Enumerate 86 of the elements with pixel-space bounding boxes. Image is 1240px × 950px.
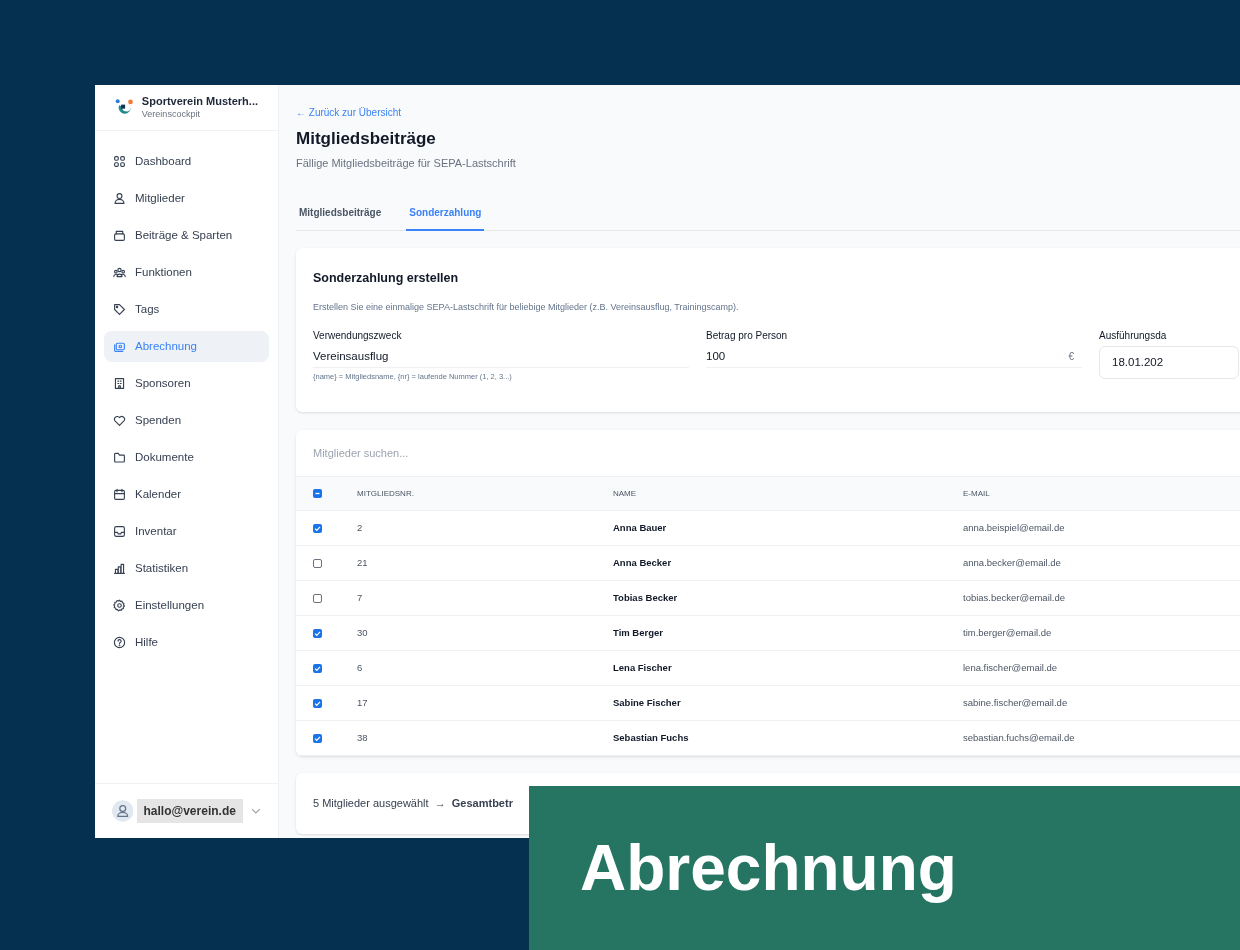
settings-icon bbox=[113, 599, 126, 612]
sidebar-item[interactable]: Mitglieder bbox=[104, 183, 269, 214]
checkbox[interactable] bbox=[313, 523, 322, 533]
user-avatar-icon bbox=[112, 800, 134, 822]
users-icon bbox=[113, 192, 126, 205]
purpose-field[interactable]: Vereinsausflug bbox=[313, 346, 689, 369]
checkbox[interactable] bbox=[313, 628, 322, 638]
table-cell-text: Lena Fischer bbox=[613, 660, 673, 675]
table-cell-text: anna.beispiel@email.de bbox=[963, 520, 1065, 535]
inbox-icon bbox=[113, 525, 126, 538]
page-subtitle: Fällige Mitgliedsbeiträge für SEPA-Lastschrift bbox=[296, 155, 516, 171]
table-cell-text: 17 bbox=[357, 695, 369, 710]
sidebar-item[interactable]: Dokumente bbox=[104, 442, 269, 473]
table-cell-text: Sabine Fischer bbox=[613, 695, 682, 710]
table-cell-text: tim.berger@email.de bbox=[963, 625, 1052, 640]
sidebar-item[interactable]: Inventar bbox=[104, 516, 269, 547]
checkbox[interactable] bbox=[313, 663, 322, 673]
checkbox[interactable] bbox=[313, 558, 322, 568]
sidebar-item[interactable]: Hilfe bbox=[104, 627, 269, 658]
table-cell-text: anna.becker@email.de bbox=[963, 555, 1061, 570]
banknote-icon bbox=[113, 340, 126, 353]
people-group-icon bbox=[113, 266, 126, 279]
sidebar-item[interactable]: Tags bbox=[104, 294, 269, 325]
table-cell-text: 2 bbox=[357, 520, 364, 535]
search-field[interactable]: Mitglieder suchen... bbox=[313, 444, 1213, 462]
tab[interactable]: Sonderzahlung bbox=[406, 196, 485, 231]
page-title: Mitgliedsbeiträge bbox=[296, 128, 436, 150]
sidebar-item[interactable]: Beiträge & Sparten bbox=[104, 220, 269, 251]
table-cell-text: Anna Bauer bbox=[613, 520, 668, 535]
checkbox[interactable] bbox=[313, 733, 322, 743]
sidebar-item[interactable]: Einstellungen bbox=[104, 590, 269, 621]
box-icon bbox=[113, 229, 126, 242]
minus-icon bbox=[314, 490, 321, 497]
table-cell-text: 7 bbox=[357, 590, 364, 605]
checkbox[interactable] bbox=[313, 698, 322, 708]
table-cell-text: Sebastian Fuchs bbox=[613, 730, 690, 745]
help-icon bbox=[113, 636, 126, 649]
check-icon bbox=[314, 629, 321, 637]
sidebar-item[interactable]: Kalender bbox=[104, 479, 269, 510]
table-cell-text: 21 bbox=[357, 555, 369, 570]
card-title: Sonderzahlung erstellen bbox=[313, 270, 460, 287]
table-cell-text: 38 bbox=[357, 730, 369, 745]
table-cell-text: Tobias Becker bbox=[613, 590, 679, 605]
building-icon bbox=[113, 377, 126, 390]
column-header: E-MAIL bbox=[963, 487, 990, 500]
date-field[interactable]: 18.01.202 bbox=[1099, 346, 1239, 380]
column-header: MITGLIEDSNR. bbox=[357, 487, 415, 500]
table-cell-text: 30 bbox=[357, 625, 369, 640]
card-description: Erstellen Sie eine einmalige SEPA-Lastschrift für beliebige Mitglieder (z.B. Vereinsausflug, Trainingscamp). bbox=[313, 300, 740, 314]
bar-chart-icon bbox=[113, 562, 126, 575]
user-email: hallo@verein.de bbox=[137, 799, 244, 823]
column-header: NAME bbox=[613, 487, 638, 500]
table-cell-text: tobias.becker@email.de bbox=[963, 590, 1066, 605]
sidebar-item[interactable]: Funktionen bbox=[104, 257, 269, 288]
tag-icon bbox=[113, 303, 126, 316]
club-name: Sportverein Musterh... bbox=[141, 95, 258, 109]
selection-summary: 5 Mitglieder ausgewählt → Gesamtbetr bbox=[313, 796, 513, 812]
check-icon bbox=[314, 664, 321, 672]
calendar-icon bbox=[113, 488, 126, 501]
table-cell-text: sebastian.fuchs@email.de bbox=[963, 730, 1075, 745]
currency-label: € bbox=[1068, 350, 1074, 365]
sidebar-item[interactable]: Dashboard bbox=[104, 146, 269, 177]
check-icon bbox=[314, 734, 321, 742]
folder-icon bbox=[113, 451, 126, 464]
app-subtitle: Vereinscockpit bbox=[141, 108, 201, 120]
table-cell-text: Anna Becker bbox=[613, 555, 673, 570]
sidebar-item[interactable]: Spenden bbox=[104, 405, 269, 436]
table-cell-text: sabine.fischer@email.de bbox=[963, 695, 1068, 710]
check-icon bbox=[314, 524, 321, 532]
field-label: Verwendungszweck bbox=[313, 329, 403, 344]
tab[interactable]: Mitgliedsbeiträge bbox=[296, 196, 385, 231]
chevron-down-icon[interactable] bbox=[251, 808, 261, 814]
table-cell-text: Tim Berger bbox=[613, 625, 664, 640]
grid-icon bbox=[113, 155, 126, 168]
sidebar-item[interactable]: Sponsoren bbox=[104, 368, 269, 399]
checkbox[interactable] bbox=[313, 489, 322, 498]
table-cell-text: 6 bbox=[357, 660, 364, 675]
field-label: Ausführungsda bbox=[1099, 329, 1168, 344]
checkbox[interactable] bbox=[313, 593, 322, 603]
table-cell-text: lena.fischer@email.de bbox=[963, 660, 1058, 675]
field-label: Betrag pro Person bbox=[706, 329, 789, 344]
sidebar-item[interactable]: Statistiken bbox=[104, 553, 269, 584]
back-link[interactable]: ← Zurück zur Übersicht bbox=[296, 105, 402, 120]
amount-field[interactable]: 100 € bbox=[706, 346, 1082, 369]
check-icon bbox=[314, 699, 321, 707]
heart-icon bbox=[113, 414, 126, 427]
